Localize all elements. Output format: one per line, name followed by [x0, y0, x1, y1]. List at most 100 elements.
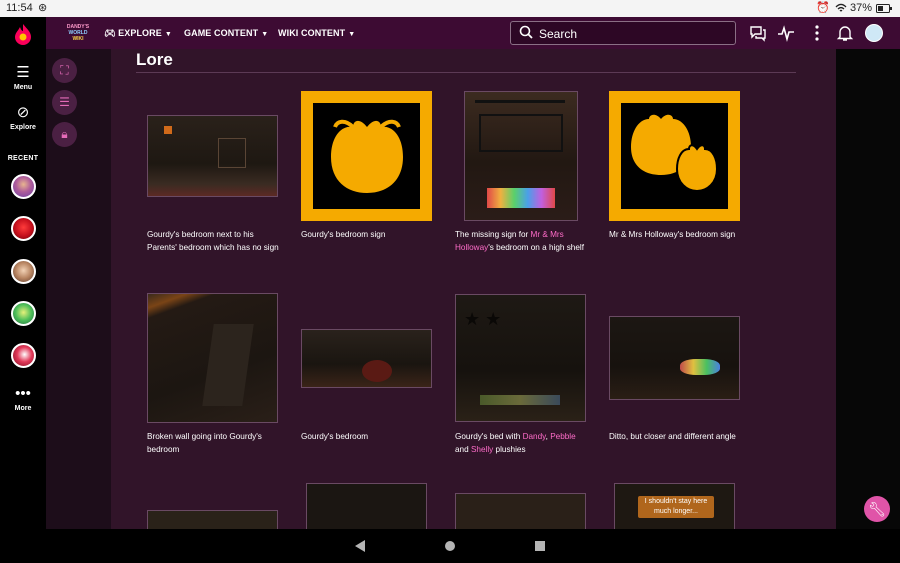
caption-text: Ditto, but closer and different angle: [609, 432, 736, 441]
compass-icon: ⊘: [16, 104, 30, 121]
gallery-caption: Gourdy's bedroom sign: [301, 229, 436, 242]
gallery-caption: Gourdy's bed with Dandy, Pebble and Shel…: [455, 431, 590, 456]
gallery-image[interactable]: [609, 91, 740, 221]
discussions-icon[interactable]: [749, 24, 767, 42]
caption-text: Broken wall going into Gourdy's bedroom: [147, 432, 262, 454]
caption-text: Gourdy's bedroom sign: [301, 230, 386, 239]
page-side-tools: [46, 49, 111, 529]
caption-text: Mr & Mrs Holloway's bedroom sign: [609, 230, 736, 239]
gallery-caption: Gourdy's bedroom next to his Parents' be…: [147, 229, 282, 254]
gallery-image[interactable]: [147, 115, 278, 197]
search-input[interactable]: Search: [510, 21, 736, 45]
section-heading: Lore: [136, 50, 173, 69]
recents-icon[interactable]: [534, 539, 546, 553]
star-decor-icon: ★ ★: [464, 309, 502, 329]
gallery-image[interactable]: [147, 510, 278, 529]
gamepad-icon: 🎮︎: [104, 28, 116, 38]
community-tools-button[interactable]: 🔧︎: [864, 496, 890, 522]
more-label: More: [14, 405, 32, 412]
nav-wiki-content[interactable]: WIKI CONTENT ▼: [278, 28, 355, 38]
gallery-caption: Mr & Mrs Holloway's bedroom sign: [609, 229, 744, 242]
android-nav-bar: [0, 529, 900, 563]
wiki-logo-line: WIKI: [72, 36, 84, 42]
gallery-image[interactable]: [301, 91, 432, 221]
search-placeholder: Search: [539, 27, 578, 41]
divider: [136, 72, 796, 73]
caption-text: Gourdy's bed with: [455, 432, 523, 441]
recent-wiki-avatar[interactable]: [11, 216, 36, 241]
gallery-image[interactable]: [147, 293, 278, 423]
recent-wiki-avatar[interactable]: [11, 174, 36, 199]
caption-link[interactable]: Shelly: [471, 445, 493, 454]
gallery-image[interactable]: [301, 329, 432, 388]
battery-level: 37%: [849, 2, 872, 14]
expand-icon: ⛶: [60, 63, 69, 77]
more-button[interactable]: ••• More: [0, 385, 46, 413]
nav-label: GAME CONTENT: [184, 28, 259, 38]
gallery-caption: The missing sign for Mr & Mrs Holloway's…: [455, 229, 590, 254]
image-detail: [480, 395, 560, 405]
alarm-icon: ⏰: [816, 2, 830, 14]
image-detail: [164, 126, 172, 134]
fullscreen-button[interactable]: ⛶: [52, 58, 77, 83]
caption-text: plushies: [493, 444, 526, 454]
image-detail: [475, 100, 565, 103]
user-avatar[interactable]: [865, 24, 883, 42]
notifications-bell-icon[interactable]: [836, 24, 854, 42]
caption-text: and: [455, 444, 471, 454]
wrench-icon: 🔧︎: [868, 501, 886, 517]
recent-wiki-avatar[interactable]: [11, 301, 36, 326]
caption-text: 's bedroom on a high shelf: [488, 242, 584, 252]
recent-wiki-avatar[interactable]: [11, 343, 36, 368]
activity-icon[interactable]: [777, 24, 795, 42]
caption-link[interactable]: Pebble: [550, 432, 576, 441]
wiki-logo[interactable]: DANDY'S WORLD WIKI: [66, 24, 90, 42]
caret-down-icon: ▼: [261, 31, 269, 38]
gallery-caption: Ditto, but closer and different angle: [609, 431, 744, 444]
two-pumpkins-icon: [631, 114, 719, 193]
fandom-logo-icon[interactable]: [13, 23, 33, 45]
caption-text: Gourdy's bedroom: [301, 432, 369, 441]
battery-icon: [876, 4, 892, 13]
nav-label: WIKI CONTENT: [278, 28, 346, 38]
image-detail: [487, 188, 555, 208]
protection-button[interactable]: 🔒︎: [52, 122, 77, 147]
list-icon: ☰: [59, 95, 70, 109]
lock-icon: 🔒︎: [61, 127, 68, 141]
caption-link[interactable]: Dandy: [523, 432, 546, 441]
back-icon[interactable]: [354, 539, 366, 553]
gallery-image[interactable]: [464, 91, 578, 221]
recent-wiki-avatar[interactable]: [11, 259, 36, 284]
explore-button[interactable]: ⊘ Explore: [0, 104, 46, 132]
gallery-image[interactable]: ★ ★: [455, 294, 586, 422]
gallery-image[interactable]: [306, 483, 427, 529]
menu-button[interactable]: ☰ Menu: [0, 64, 46, 92]
global-nav-rail: ☰ Menu ⊘ Explore RECENT ••• More: [0, 17, 46, 529]
image-detail: [218, 138, 246, 168]
nav-game-content[interactable]: GAME CONTENT ▼: [184, 28, 268, 38]
status-bar: 11:54 ⊛ ⏰ 37%: [0, 0, 900, 17]
gallery-caption: Gourdy's bedroom: [301, 431, 436, 444]
gallery-image[interactable]: I shouldn't stay here much longer...: [614, 483, 735, 529]
app-screen: 11:54 ⊛ ⏰ 37% ☰ Menu ⊘ Explore RECENT ••…: [0, 0, 900, 563]
article-content: Lore Gourdy's bedroom next to his Parent…: [111, 49, 836, 529]
image-detail: [479, 114, 563, 152]
table-of-contents-button[interactable]: ☰: [52, 90, 77, 115]
caption-text: The missing sign for: [455, 230, 531, 239]
clock: 11:54: [6, 2, 33, 14]
menu-label: Menu: [13, 84, 33, 91]
caret-down-icon: ▼: [348, 31, 356, 38]
right-gutter: [836, 49, 900, 529]
hamburger-icon: ☰: [16, 64, 30, 81]
home-icon[interactable]: [444, 539, 456, 553]
more-dots-icon: •••: [15, 385, 31, 402]
image-detail: [202, 324, 254, 406]
gallery-image[interactable]: [609, 316, 740, 400]
caret-down-icon: ▼: [164, 31, 172, 38]
dialogue-text: I shouldn't stay here much longer...: [638, 496, 714, 518]
more-options-icon[interactable]: [808, 24, 826, 42]
recent-heading: RECENT: [7, 155, 39, 162]
nav-explore[interactable]: 🎮︎ EXPLORE ▼: [104, 28, 172, 39]
gallery-caption: Broken wall going into Gourdy's bedroom: [147, 431, 282, 456]
gallery-image[interactable]: [455, 493, 586, 529]
